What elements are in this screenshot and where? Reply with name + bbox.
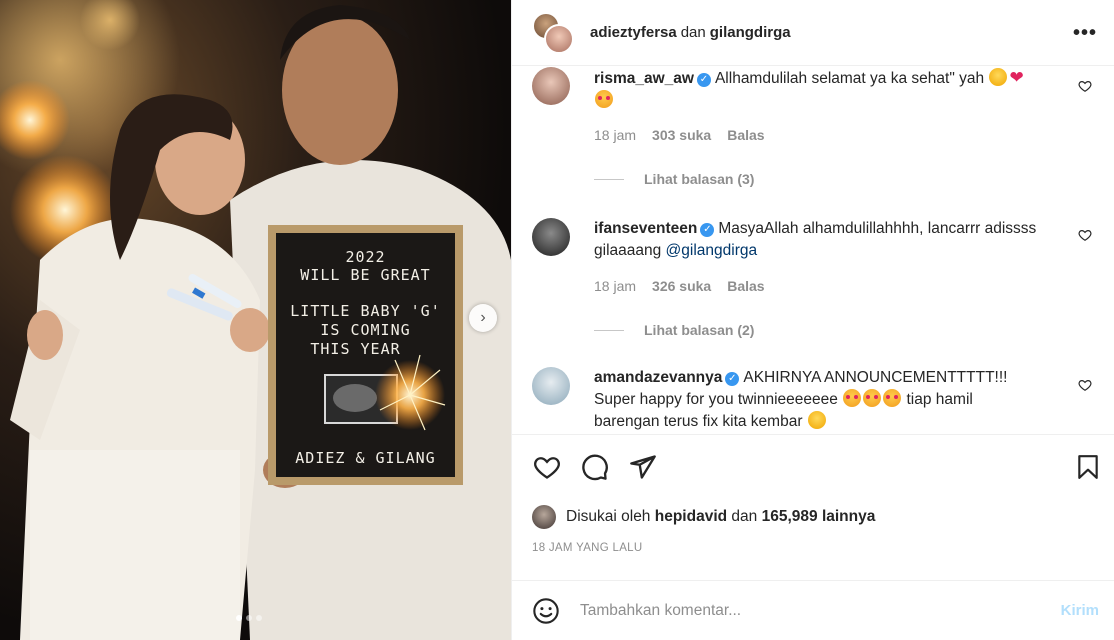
post-time-ago: 18 JAM YANG LALU: [532, 542, 643, 554]
author-conjunction: dan: [680, 24, 706, 41]
comment-item: risma_aw_aw ✓ Allhamdulilah selamat ya ka …: [532, 67, 1092, 197]
like-comment-heart-icon[interactable]: [1078, 378, 1092, 392]
post-actions: Disukai oleh hepidavid dan 165,989 lainn…: [512, 434, 1114, 604]
comment-likes[interactable]: 326 suka: [652, 278, 711, 294]
view-replies-button[interactable]: Lihat balasan (2): [594, 322, 754, 338]
comment-bubble-icon[interactable]: [580, 453, 610, 481]
carousel-dot: [246, 615, 252, 621]
heart-eyes-emoji-icon: [883, 389, 902, 407]
comment-text: risma_aw_aw ✓ Allhamdulilah selamat ya ka …: [594, 67, 1064, 112]
liked-by-prefix: Disukai oleh: [566, 508, 651, 525]
divider: [594, 178, 624, 180]
board-line-3: LITTLE BABY 'G': [290, 302, 441, 320]
carousel-dot: [256, 615, 262, 621]
comment-likes[interactable]: 303 suka: [652, 127, 711, 143]
liked-by-count[interactable]: 165,989 lainnya: [762, 508, 876, 526]
author-link-1[interactable]: adieztyfersa: [590, 24, 677, 41]
verified-badge-icon: ✓: [700, 223, 715, 237]
divider: [594, 329, 624, 331]
photo-scene: [0, 0, 511, 640]
like-heart-icon[interactable]: [532, 453, 562, 481]
more-horizontal-icon[interactable]: •••: [1073, 22, 1097, 45]
liked-by-conj: dan: [731, 508, 758, 525]
post-side-panel: adieztyfersa dan gilangdirga ••• risma_aw_…: [511, 0, 1114, 640]
comment-meta: 18 jam 303 suka Balas: [594, 127, 765, 143]
heart-eyes-emoji-icon: [595, 90, 613, 108]
share-paper-plane-icon[interactable]: [628, 453, 658, 481]
carousel-dots: [236, 615, 262, 621]
comment-input[interactable]: [580, 601, 1040, 620]
comment-message-line-2: Super happy for you twinnieeeeeee: [594, 391, 838, 408]
heart-eyes-emoji-icon: [843, 389, 862, 407]
avatar[interactable]: [532, 367, 570, 405]
heart-eyes-emoji-icon: [863, 389, 882, 407]
post-photo: 2022 WILL BE GREAT LITTLE BABY 'G' IS CO…: [0, 0, 511, 640]
comment-time: 18 jam: [594, 127, 637, 143]
board-line-6: ADIEZ & GILANG: [295, 449, 436, 467]
avatar[interactable]: [532, 67, 570, 105]
board-line-4: IS COMING: [320, 321, 411, 339]
like-comment-heart-icon[interactable]: [1078, 228, 1092, 242]
comment-time: 18 jam: [594, 278, 637, 294]
avatar[interactable]: [532, 218, 570, 256]
post-header: adieztyfersa dan gilangdirga •••: [512, 0, 1114, 66]
comment-item: ifanseventeen ✓ MasyaAllah alhamdulillahhh…: [532, 218, 1092, 348]
emoji-smiley-icon[interactable]: [532, 597, 560, 625]
board-line-5: THIS YEAR: [310, 340, 401, 358]
bookmark-icon[interactable]: [1075, 453, 1101, 481]
smiling-face-emoji-icon: [989, 68, 1008, 86]
comment-text: ifanseventeen ✓ MasyaAllah alhamdulillahhh…: [594, 218, 1064, 262]
comment-meta: 18 jam 326 suka Balas: [594, 278, 765, 294]
avatar[interactable]: [544, 23, 574, 54]
reply-button[interactable]: Balas: [727, 278, 764, 294]
liked-by-user[interactable]: hepidavid: [655, 508, 727, 526]
comment-username[interactable]: ifanseventeen: [594, 220, 697, 237]
add-comment-bar: Kirim: [512, 580, 1114, 640]
comment-username[interactable]: risma_aw_aw: [594, 70, 694, 87]
board-line-2: WILL BE GREAT: [300, 266, 431, 284]
comment-text: amandazevannya ✓ AKHIRNYA ANNOUNCEMENTTTTT…: [594, 367, 1064, 433]
collab-avatars[interactable]: [532, 11, 574, 54]
post-comment-button[interactable]: Kirim: [1061, 602, 1099, 619]
mention-link[interactable]: @gilangdirga: [666, 242, 758, 259]
comment-message-line-3: tiap hamil: [906, 391, 973, 408]
chevron-right-icon[interactable]: ›: [469, 304, 497, 332]
like-comment-heart-icon[interactable]: [1078, 79, 1092, 93]
carousel-dot: [236, 615, 242, 621]
comment-message-line-4: barengan terus fix kita kembar: [594, 413, 803, 430]
comment-message: Allhamdulilah selamat ya ka sehat" yah: [714, 70, 985, 87]
comment-item: amandazevannya ✓ AKHIRNYA ANNOUNCEMENTTTTT…: [532, 367, 1092, 433]
board-line-1: 2022: [345, 248, 386, 266]
view-replies-label: Lihat balasan (2): [644, 322, 755, 338]
reply-button[interactable]: Balas: [727, 127, 764, 143]
comment-username[interactable]: amandazevannya: [594, 369, 722, 386]
comment-message-line-1: AKHIRNYA ANNOUNCEMENTTTTT!!!: [743, 369, 1008, 386]
view-replies-button[interactable]: Lihat balasan (3): [594, 171, 754, 187]
view-replies-label: Lihat balasan (3): [644, 171, 755, 187]
avatar[interactable]: [532, 505, 556, 529]
post-authors: adieztyfersa dan gilangdirga: [590, 24, 791, 41]
red-heart-emoji-icon: ❤: [1009, 68, 1024, 87]
verified-badge-icon: ✓: [696, 73, 711, 87]
likes-summary: Disukai oleh hepidavid dan 165,989 lainn…: [532, 505, 875, 529]
tears-of-joy-emoji-icon: [807, 411, 826, 429]
action-icons: [532, 453, 658, 481]
author-link-2[interactable]: gilangdirga: [710, 24, 791, 41]
comments-list[interactable]: risma_aw_aw ✓ Allhamdulilah selamat ya ka …: [512, 67, 1114, 433]
verified-badge-icon: ✓: [725, 372, 740, 386]
